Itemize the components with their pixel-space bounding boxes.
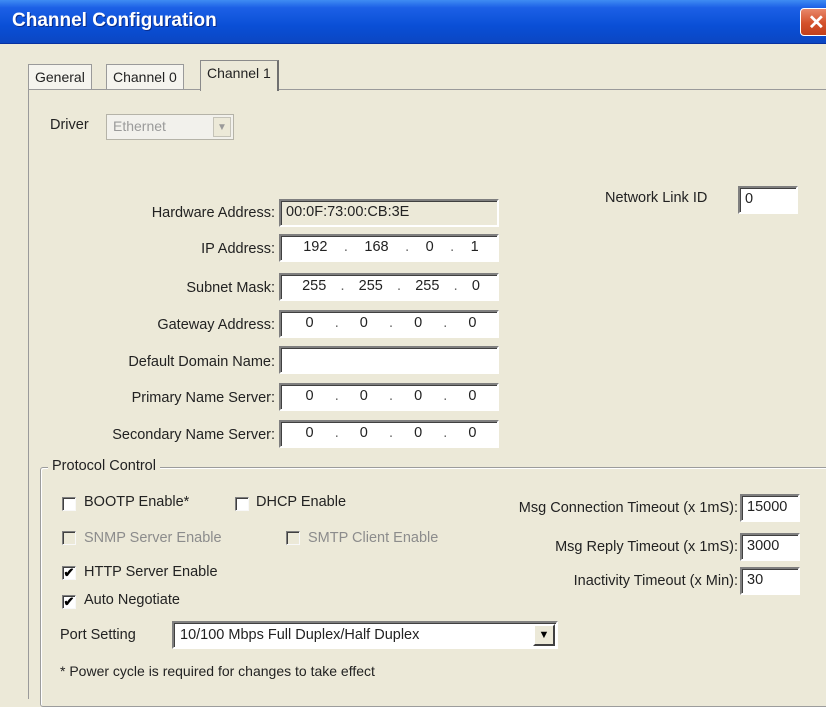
smtp-client-enable-label: SMTP Client Enable — [308, 530, 439, 546]
chevron-down-icon: ▼ — [213, 117, 231, 137]
http-server-enable-checkbox[interactable]: ✔ — [62, 566, 76, 580]
port-setting-select[interactable]: 10/100 Mbps Full Duplex/Half Duplex ▼ — [172, 621, 558, 649]
tab-general-label: General — [35, 69, 85, 85]
msg-connection-timeout-field[interactable]: 15000 — [740, 494, 800, 522]
octet-separator: . — [334, 425, 339, 441]
auto-negotiate-checkbox[interactable]: ✔ — [62, 595, 76, 609]
ip-octet-3: 0 — [425, 239, 434, 255]
tab-channel-1-label: Channel 1 — [207, 65, 271, 81]
primary-name-server-label: Primary Name Server: — [131, 390, 275, 406]
primary-dns-octet-3: 0 — [414, 388, 423, 404]
close-icon: ✕ — [808, 12, 825, 34]
octet-separator: . — [443, 315, 448, 331]
snmp-server-enable-label: SNMP Server Enable — [84, 530, 222, 546]
gateway-address-field[interactable]: 0. 0. 0. 0 — [279, 310, 499, 338]
network-link-id-label: Network Link ID — [605, 190, 708, 206]
gateway-octet-1: 0 — [305, 315, 314, 331]
subnet-octet-3: 255 — [415, 278, 440, 294]
gateway-address-label: Gateway Address: — [157, 317, 275, 333]
ip-address-field[interactable]: 192. 168. 0. 1 — [279, 234, 499, 262]
dhcp-enable-checkbox[interactable] — [235, 497, 249, 511]
bootp-enable-checkbox[interactable] — [62, 497, 76, 511]
octet-separator: . — [340, 278, 345, 294]
hardware-address-value: 00:0F:73:00:CB:3E — [286, 204, 410, 220]
chevron-down-icon[interactable]: ▼ — [533, 624, 555, 646]
hardware-address-field: 00:0F:73:00:CB:3E — [279, 199, 499, 227]
msg-connection-timeout-value: 15000 — [747, 499, 788, 515]
primary-dns-octet-2: 0 — [359, 388, 368, 404]
octet-separator: . — [443, 388, 448, 404]
inactivity-timeout-value: 30 — [747, 572, 764, 588]
octet-separator: . — [388, 425, 393, 441]
ip-octet-1: 192 — [303, 239, 328, 255]
checkmark-icon: ✔ — [63, 594, 75, 609]
secondary-name-server-field[interactable]: 0. 0. 0. 0 — [279, 420, 499, 448]
subnet-octet-4: 0 — [471, 278, 480, 294]
octet-separator: . — [453, 278, 458, 294]
octet-separator: . — [334, 388, 339, 404]
ip-octet-2: 168 — [364, 239, 389, 255]
network-link-id-field[interactable]: 0 — [738, 186, 798, 214]
octet-separator: . — [397, 278, 402, 294]
driver-select[interactable]: Ethernet ▼ — [106, 114, 234, 140]
title-bar: Channel Configuration ✕ — [0, 0, 826, 44]
tab-general[interactable]: General — [28, 64, 92, 90]
msg-reply-timeout-value: 3000 — [747, 538, 780, 554]
driver-label: Driver — [50, 117, 89, 133]
inactivity-timeout-field[interactable]: 30 — [740, 567, 800, 595]
gateway-octet-2: 0 — [359, 315, 368, 331]
subnet-octet-1: 255 — [302, 278, 327, 294]
msg-reply-timeout-field[interactable]: 3000 — [740, 533, 800, 561]
window-title: Channel Configuration — [12, 10, 217, 31]
tab-channel-0-label: Channel 0 — [113, 69, 177, 85]
secondary-dns-octet-3: 0 — [414, 425, 423, 441]
octet-separator: . — [443, 425, 448, 441]
port-setting-value: 10/100 Mbps Full Duplex/Half Duplex — [180, 627, 420, 643]
hardware-address-label: Hardware Address: — [151, 205, 275, 221]
smtp-client-enable-checkbox[interactable] — [286, 531, 300, 545]
protocol-control-title: Protocol Control — [48, 458, 160, 474]
octet-separator: . — [334, 315, 339, 331]
subnet-mask-field[interactable]: 255. 255. 255. 0 — [279, 273, 499, 301]
octet-separator: . — [405, 239, 410, 255]
octet-separator: . — [450, 239, 455, 255]
driver-value: Ethernet — [113, 118, 166, 134]
secondary-dns-octet-4: 0 — [468, 425, 477, 441]
power-cycle-footnote: * Power cycle is required for changes to… — [60, 663, 375, 679]
subnet-mask-label: Subnet Mask: — [186, 280, 275, 296]
octet-separator: . — [388, 388, 393, 404]
subnet-octet-2: 255 — [358, 278, 383, 294]
dhcp-enable-label: DHCP Enable — [256, 494, 347, 510]
checkmark-icon: ✔ — [63, 565, 75, 580]
secondary-dns-octet-2: 0 — [359, 425, 368, 441]
msg-reply-timeout-label: Msg Reply Timeout (x 1mS): — [555, 539, 738, 555]
ip-address-label: IP Address: — [201, 241, 275, 257]
octet-separator: . — [343, 239, 348, 255]
primary-dns-octet-1: 0 — [305, 388, 314, 404]
auto-negotiate-label: Auto Negotiate — [84, 592, 180, 608]
primary-name-server-field[interactable]: 0. 0. 0. 0 — [279, 383, 499, 411]
gateway-octet-3: 0 — [414, 315, 423, 331]
octet-separator: . — [388, 315, 393, 331]
bootp-enable-label: BOOTP Enable* — [84, 494, 190, 510]
tab-channel-0[interactable]: Channel 0 — [106, 64, 184, 90]
snmp-server-enable-checkbox[interactable] — [62, 531, 76, 545]
tab-channel-1[interactable]: Channel 1 — [200, 60, 279, 91]
primary-dns-octet-4: 0 — [468, 388, 477, 404]
gateway-octet-4: 0 — [468, 315, 477, 331]
secondary-name-server-label: Secondary Name Server: — [112, 427, 275, 443]
default-domain-name-field[interactable] — [279, 346, 499, 374]
close-button[interactable]: ✕ — [800, 8, 826, 36]
http-server-enable-label: HTTP Server Enable — [84, 564, 218, 580]
msg-connection-timeout-label: Msg Connection Timeout (x 1mS): — [518, 500, 738, 516]
network-link-id-value: 0 — [745, 191, 754, 207]
inactivity-timeout-label: Inactivity Timeout (x Min): — [573, 573, 738, 589]
secondary-dns-octet-1: 0 — [305, 425, 314, 441]
port-setting-label: Port Setting — [60, 627, 136, 643]
default-domain-name-label: Default Domain Name: — [128, 354, 275, 370]
ip-octet-4: 1 — [470, 239, 479, 255]
